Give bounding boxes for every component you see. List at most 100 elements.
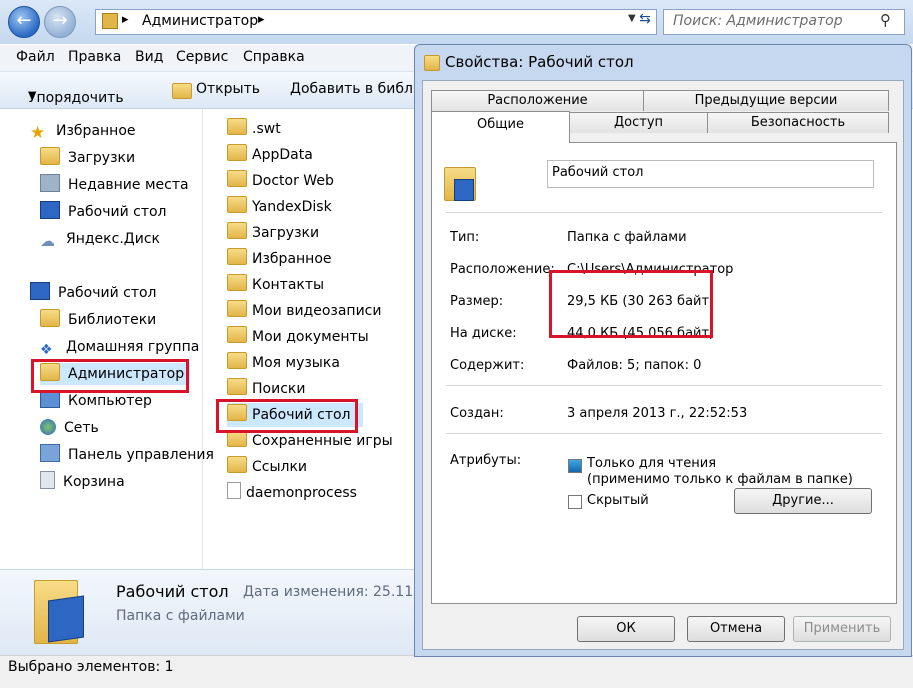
details-modified: Дата изменения: 25.11.2	[243, 584, 427, 600]
nav-desktop-favorite[interactable]: Рабочий стол	[40, 201, 167, 223]
file-label: Мои видеозаписи	[252, 303, 382, 319]
other-attributes-button[interactable]: Другие...	[734, 488, 872, 514]
file-label: daemonprocess	[246, 485, 357, 501]
prop-location-label: Расположение:	[450, 262, 555, 277]
apply-button[interactable]: Применить	[793, 616, 891, 642]
file-label: Избранное	[252, 251, 332, 267]
list-item[interactable]: Ссылки	[227, 455, 307, 479]
cancel-button[interactable]: Отмена	[687, 616, 785, 642]
back-button[interactable]: ←	[8, 6, 40, 38]
list-item[interactable]: Моя музыка	[227, 351, 340, 375]
file-label: Моя музыка	[252, 355, 340, 371]
prop-contains-label: Содержит:	[450, 358, 525, 373]
tab-sharing[interactable]: Доступ	[569, 112, 708, 133]
prop-contains-value: Файлов: 5; папок: 0	[567, 358, 702, 373]
details-type: Папка с файлами	[116, 608, 245, 624]
tab-security[interactable]: Безопасность	[707, 112, 889, 133]
tab-previous-versions[interactable]: Предыдущие версии	[643, 90, 889, 111]
highlight-size-values	[549, 270, 713, 338]
nav-libraries[interactable]: Библиотеки	[40, 309, 156, 331]
nav-label: Рабочий стол	[68, 204, 167, 220]
breadcrumb-separator[interactable]: ▸	[122, 12, 129, 27]
videos-folder-icon	[227, 300, 247, 317]
music-folder-icon	[227, 352, 247, 369]
nav-control-panel[interactable]: Панель управления	[40, 444, 214, 466]
add-to-library-button[interactable]: Добавить в библи	[290, 81, 422, 97]
menu-tools[interactable]: Сервис	[176, 49, 228, 65]
folder-name-input[interactable]: Рабочий стол	[547, 160, 874, 188]
hidden-label: Скрытый	[587, 493, 649, 508]
details-pane: Рабочий стол Дата изменения: 25.11.2 Пап…	[0, 569, 426, 656]
list-item[interactable]: Поиски	[227, 377, 305, 401]
open-button[interactable]: Открыть	[196, 81, 260, 97]
refresh-icon[interactable]: ⇆	[634, 11, 656, 33]
search-icon[interactable]: ⚲	[880, 11, 891, 29]
nav-label: Сеть	[64, 420, 99, 436]
star-icon: ★	[30, 123, 46, 143]
properties-dialog: Свойства: Рабочий стол Расположение Пред…	[414, 44, 912, 657]
created-label: Создан:	[450, 406, 504, 421]
menu-view[interactable]: Вид	[135, 49, 163, 65]
list-item[interactable]: Doctor Web	[227, 169, 334, 193]
nav-downloads[interactable]: Загрузки	[40, 147, 135, 169]
list-item[interactable]: AppData	[227, 143, 313, 167]
nav-yandex-disk[interactable]: ☁ Яндекс.Диск	[40, 228, 160, 250]
desktop-icon	[30, 282, 50, 300]
folder-icon	[227, 196, 247, 213]
menu-edit[interactable]: Правка	[68, 49, 121, 65]
organize-label: Упорядочить	[28, 90, 124, 106]
nav-label: Библиотеки	[68, 312, 157, 328]
readonly-checkbox[interactable]	[568, 459, 582, 473]
nav-label: Недавние места	[68, 177, 189, 193]
hidden-checkbox[interactable]	[568, 495, 582, 509]
nav-network[interactable]: Сеть	[40, 417, 99, 439]
nav-label: Панель управления	[68, 447, 214, 463]
prop-type-value: Папка с файлами	[567, 230, 687, 245]
list-item[interactable]: Избранное	[227, 247, 332, 271]
separator	[446, 385, 882, 386]
list-item[interactable]: Контакты	[227, 273, 324, 297]
list-item[interactable]: YandexDisk	[227, 195, 332, 219]
menu-file[interactable]: Файл	[16, 49, 55, 65]
file-list: .swt AppData Doctor Web YandexDisk Загру…	[203, 109, 415, 569]
file-label: Сохраненные игры	[252, 433, 393, 449]
libraries-icon	[40, 309, 60, 327]
nav-desktop-root[interactable]: Рабочий стол	[30, 282, 157, 304]
breadcrumb-chevron-icon[interactable]: ▸	[258, 12, 265, 27]
cloud-icon: ☁	[40, 232, 55, 250]
list-item[interactable]: Мои документы	[227, 325, 369, 349]
nav-computer[interactable]: Компьютер	[40, 390, 152, 412]
tab-location[interactable]: Расположение	[431, 90, 644, 111]
list-item[interactable]: Мои видеозаписи	[227, 299, 381, 323]
list-item[interactable]: Загрузки	[227, 221, 319, 245]
ok-button[interactable]: ОК	[577, 616, 675, 642]
file-icon	[227, 482, 241, 499]
nav-recycle-bin[interactable]: Корзина	[40, 471, 125, 493]
forward-button[interactable]: →	[44, 6, 76, 38]
created-value: 3 апреля 2013 г., 22:52:53	[567, 406, 748, 421]
search-input[interactable]: Поиск: Администратор ⚲	[663, 9, 905, 35]
prop-size-label: Размер:	[450, 294, 504, 309]
nav-favorites[interactable]: ★ Избранное	[30, 120, 136, 143]
prop-disk-size-label: На диске:	[450, 326, 517, 341]
prop-type-label: Тип:	[450, 230, 480, 245]
nav-homegroup[interactable]: ❖ Домашняя группа	[40, 336, 199, 358]
status-bar: Выбрано элементов: 1	[0, 655, 913, 688]
downloads-folder-icon	[40, 147, 60, 165]
searches-folder-icon	[227, 378, 247, 395]
links-folder-icon	[227, 456, 247, 473]
breadcrumb-current[interactable]: Администратор	[142, 13, 258, 29]
list-item[interactable]: .swt	[227, 117, 281, 141]
file-label: YandexDisk	[252, 199, 332, 215]
menu-help[interactable]: Справка	[243, 49, 305, 65]
dialog-body: Расположение Предыдущие версии Общие Дос…	[422, 80, 904, 650]
navigation-pane: ★ Избранное Загрузки Недавние места Рабоч…	[0, 109, 214, 569]
nav-recent-places[interactable]: Недавние места	[40, 174, 189, 196]
nav-label: Яндекс.Диск	[66, 231, 160, 247]
tab-general[interactable]: Общие	[431, 111, 570, 143]
address-box[interactable]: ▸ Администратор ▸ ▼	[95, 9, 657, 35]
folder-icon	[227, 170, 247, 187]
list-item[interactable]: daemonprocess	[227, 481, 357, 505]
desktop-icon	[40, 201, 60, 219]
network-globe-icon	[40, 419, 56, 435]
